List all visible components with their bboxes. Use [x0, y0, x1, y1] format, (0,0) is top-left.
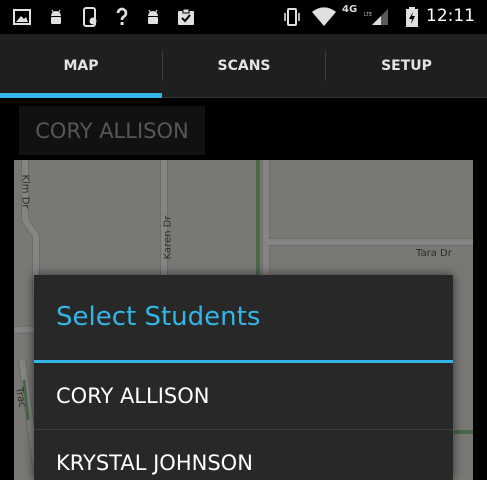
tab-setup[interactable]: SETUP	[326, 34, 487, 98]
wifi-icon	[312, 7, 336, 27]
image-icon	[12, 7, 32, 27]
tab-scans[interactable]: SCANS	[163, 34, 325, 98]
tab-bar: MAP SCANS SETUP	[0, 34, 487, 98]
select-students-dialog: Select Students CORY ALLISON KRYSTAL JOH…	[34, 275, 453, 480]
phone-alert-icon	[80, 7, 100, 27]
student-name: KRYSTAL JOHNSON	[56, 451, 253, 475]
student-name: CORY ALLISON	[56, 384, 210, 408]
network-type-label: 4G	[342, 4, 358, 15]
signal-icon	[370, 7, 390, 27]
battery-charging-icon	[402, 7, 422, 27]
student-list-item[interactable]: KRYSTAL JOHNSON	[34, 430, 453, 480]
clipboard-check-icon	[176, 7, 196, 27]
vibrate-icon	[282, 7, 302, 27]
question-icon	[112, 7, 132, 27]
status-clock: 12:11	[426, 6, 475, 26]
tab-map[interactable]: MAP	[0, 34, 162, 98]
status-bar: 4G LTE 12:11	[0, 0, 487, 34]
app-screen: 4G LTE 12:11 MAP SCANS SETUP CORY ALLISO…	[0, 0, 487, 480]
student-list-item[interactable]: CORY ALLISON	[34, 363, 453, 429]
android-icon	[46, 7, 66, 27]
android-icon	[143, 7, 163, 27]
dialog-title: Select Students	[56, 302, 261, 332]
